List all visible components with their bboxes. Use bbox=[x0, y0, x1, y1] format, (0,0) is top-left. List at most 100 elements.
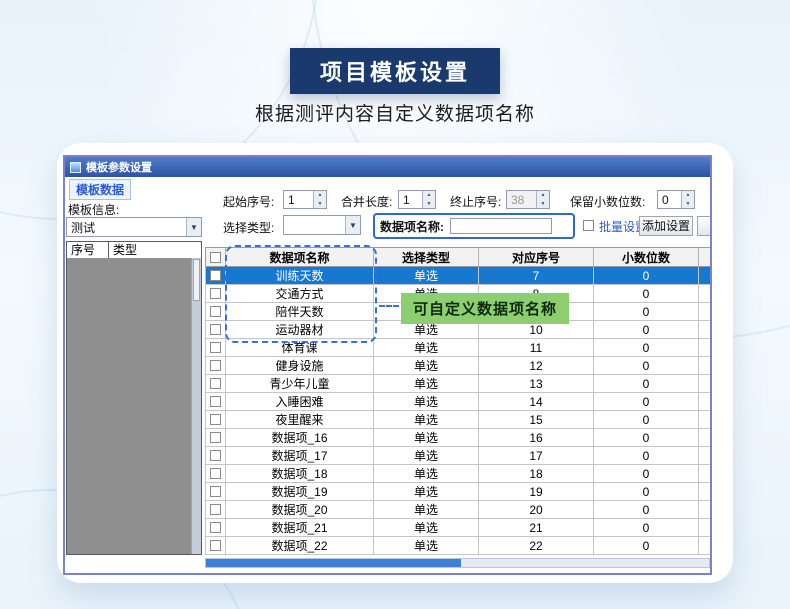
merge-length-label: 合并长度: bbox=[341, 193, 392, 210]
table-row[interactable]: 健身设施单选120 bbox=[205, 357, 710, 375]
template-select[interactable]: 测试 ▼ bbox=[66, 217, 202, 237]
row-checkbox-cell bbox=[206, 411, 226, 429]
row-checkbox[interactable] bbox=[210, 342, 221, 353]
row-checkbox[interactable] bbox=[210, 288, 221, 299]
data-item-name-input[interactable] bbox=[450, 218, 552, 234]
cell-name: 入睡困难 bbox=[226, 393, 374, 411]
cell-type: 单选 bbox=[374, 375, 479, 393]
modify-button[interactable]: 修改 bbox=[697, 216, 710, 236]
cell-serial: 17 bbox=[479, 447, 594, 465]
cell-type: 单选 bbox=[374, 483, 479, 501]
table-row[interactable]: 体育课单选110 bbox=[205, 339, 710, 357]
stepper-arrows-icon[interactable]: ▲▼ bbox=[681, 191, 694, 208]
row-checkbox[interactable] bbox=[210, 504, 221, 515]
table-row[interactable]: 数据项_17单选170 bbox=[205, 447, 710, 465]
cell-type: 单选 bbox=[374, 447, 479, 465]
row-checkbox-cell bbox=[206, 429, 226, 447]
scrollbar-thumb[interactable] bbox=[193, 259, 200, 301]
table-row[interactable]: 夜里醒来单选150 bbox=[205, 411, 710, 429]
table-row[interactable]: 数据项_16单选160 bbox=[205, 429, 710, 447]
annotation-connector bbox=[379, 305, 399, 307]
column-header-data-item-name[interactable]: 数据项名称 bbox=[226, 248, 374, 267]
row-checkbox[interactable] bbox=[210, 306, 221, 317]
cell-dec: 0 bbox=[594, 321, 699, 339]
row-checkbox[interactable] bbox=[210, 522, 221, 533]
table-row[interactable]: 数据项_21单选210 bbox=[205, 519, 710, 537]
select-type-dropdown[interactable]: ▼ bbox=[283, 215, 361, 235]
row-checkbox[interactable] bbox=[210, 378, 221, 389]
cell-dec: 0 bbox=[594, 537, 699, 555]
select-type-label: 选择类型: bbox=[223, 219, 274, 236]
cell-dec: 0 bbox=[594, 357, 699, 375]
table-row[interactable]: 数据项_20单选200 bbox=[205, 501, 710, 519]
row-checkbox-cell bbox=[206, 537, 226, 555]
cell-name: 数据项_21 bbox=[226, 519, 374, 537]
row-checkbox[interactable] bbox=[210, 360, 221, 371]
row-checkbox-cell bbox=[206, 447, 226, 465]
add-setting-button[interactable]: 添加设置 bbox=[639, 216, 693, 236]
cell-part bbox=[699, 465, 710, 483]
stepper-arrows-icon[interactable]: ▲▼ bbox=[422, 191, 435, 208]
merge-length-stepper[interactable]: 1 ▲▼ bbox=[398, 190, 436, 209]
table-row[interactable]: 数据项_18单选180 bbox=[205, 465, 710, 483]
decimal-places-stepper[interactable]: 0 ▲▼ bbox=[657, 190, 695, 209]
cell-part bbox=[699, 375, 710, 393]
cell-type: 单选 bbox=[374, 411, 479, 429]
data-item-name-label: 数据项名称: bbox=[380, 218, 444, 235]
cell-type: 单选 bbox=[374, 339, 479, 357]
stepper-arrows-icon[interactable]: ▲▼ bbox=[313, 191, 326, 208]
start-serial-stepper[interactable]: 1 ▲▼ bbox=[283, 190, 327, 209]
row-checkbox[interactable] bbox=[210, 540, 221, 551]
row-checkbox[interactable] bbox=[210, 468, 221, 479]
row-checkbox-cell bbox=[206, 375, 226, 393]
row-checkbox[interactable] bbox=[210, 324, 221, 335]
table-row[interactable]: 训练天数单选70 bbox=[205, 267, 710, 285]
cell-part bbox=[699, 393, 710, 411]
cell-part bbox=[699, 303, 710, 321]
app-window: 模板参数设置 模板数据 模板信息: 测试 ▼ 序号 类型 bbox=[63, 155, 712, 575]
cell-name: 陪伴天数 bbox=[226, 303, 374, 321]
horizontal-scrollbar[interactable] bbox=[205, 558, 710, 568]
row-checkbox[interactable] bbox=[210, 486, 221, 497]
cell-type: 单选 bbox=[374, 519, 479, 537]
cell-type: 单选 bbox=[374, 501, 479, 519]
cell-type: 单选 bbox=[374, 465, 479, 483]
window-titlebar: 模板参数设置 bbox=[65, 157, 710, 177]
row-checkbox-cell bbox=[206, 285, 226, 303]
row-checkbox[interactable] bbox=[210, 450, 221, 461]
cell-name: 数据项_19 bbox=[226, 483, 374, 501]
select-all-cell bbox=[206, 248, 226, 267]
sidebar-tab-template-data[interactable]: 模板数据 bbox=[69, 179, 131, 200]
table-row[interactable]: 青少年儿童单选130 bbox=[205, 375, 710, 393]
batch-set-checkbox[interactable] bbox=[583, 220, 594, 231]
row-checkbox[interactable] bbox=[210, 270, 221, 281]
cell-dec: 0 bbox=[594, 447, 699, 465]
cell-serial: 20 bbox=[479, 501, 594, 519]
column-header-type: 类型 bbox=[109, 242, 201, 258]
row-checkbox[interactable] bbox=[210, 396, 221, 407]
row-checkbox[interactable] bbox=[210, 432, 221, 443]
row-checkbox-cell bbox=[206, 357, 226, 375]
sidebar-scrollbar[interactable] bbox=[191, 258, 201, 554]
page-title: 项目模板设置 bbox=[290, 48, 500, 94]
column-header-serial: 序号 bbox=[67, 242, 109, 258]
cell-serial: 7 bbox=[479, 267, 594, 285]
select-all-checkbox[interactable] bbox=[210, 252, 221, 263]
decimal-places-label: 保留小数位数: bbox=[570, 193, 645, 210]
table-row[interactable]: 入睡困难单选140 bbox=[205, 393, 710, 411]
cell-serial: 12 bbox=[479, 357, 594, 375]
column-header-serial[interactable]: 对应序号 bbox=[479, 248, 594, 267]
column-header-decimals[interactable]: 小数位数 bbox=[594, 248, 699, 267]
column-header-select-type[interactable]: 选择类型 bbox=[374, 248, 479, 267]
end-serial-value: 38 bbox=[507, 191, 536, 208]
scrollbar-thumb[interactable] bbox=[206, 559, 461, 567]
table-row[interactable]: 数据项_19单选190 bbox=[205, 483, 710, 501]
window-title: 模板参数设置 bbox=[86, 159, 152, 175]
cell-part bbox=[699, 357, 710, 375]
row-checkbox-cell bbox=[206, 303, 226, 321]
cell-part bbox=[699, 501, 710, 519]
cell-part bbox=[699, 483, 710, 501]
row-checkbox[interactable] bbox=[210, 414, 221, 425]
table-row[interactable]: 数据项_22单选220 bbox=[205, 537, 710, 555]
cell-name: 数据项_17 bbox=[226, 447, 374, 465]
